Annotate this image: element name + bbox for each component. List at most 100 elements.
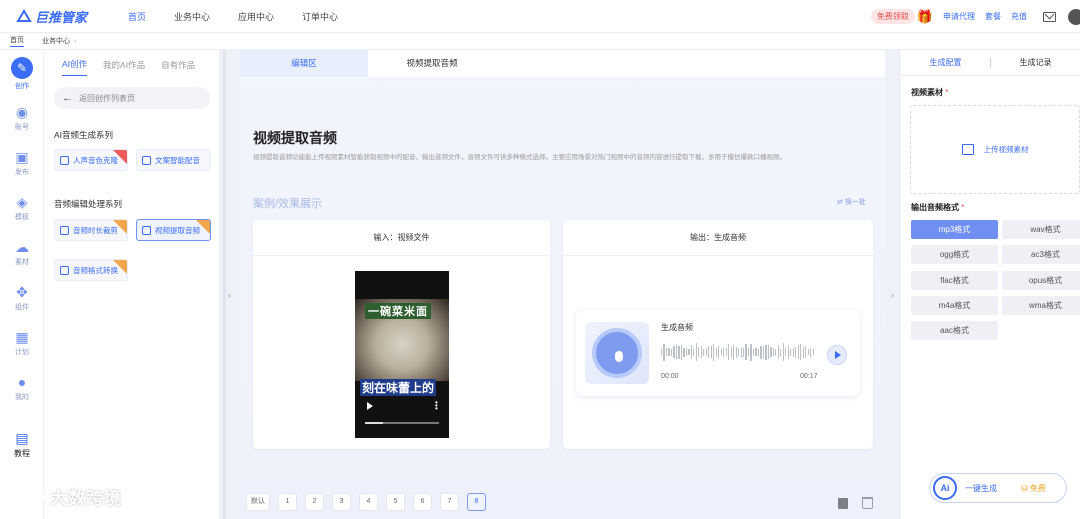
waveform-bar <box>760 345 762 359</box>
waveform-bar <box>685 348 688 356</box>
package-link[interactable]: 套餐 <box>985 11 1001 22</box>
logo-icon <box>16 9 32 22</box>
waveform-bar <box>797 345 799 359</box>
play-icon[interactable] <box>367 402 373 410</box>
swap-batch-button[interactable]: ⇄ 换一批 <box>837 197 866 207</box>
new-badge <box>113 150 127 164</box>
audio-title: 生成音频 <box>661 323 693 332</box>
tool-audio-trim[interactable]: 音频时长裁剪 <box>54 219 128 241</box>
tab-ai-create[interactable]: AI创作 <box>62 58 88 76</box>
left-nav-publish[interactable]: ▣ 发布 <box>0 149 44 177</box>
waveform-bar <box>770 347 772 357</box>
tab-my-ai-works[interactable]: 我的AI作品 <box>103 59 145 76</box>
collapse-left-icon[interactable]: ‹ <box>228 290 231 300</box>
waveform-bar <box>695 343 697 361</box>
page-2[interactable]: 2 <box>305 493 324 511</box>
waveform-bar <box>690 345 692 359</box>
page-8[interactable]: 8 <box>467 493 486 511</box>
upload-video-dropzone[interactable]: 上传视频素材 <box>910 105 1080 194</box>
tool-icon <box>142 225 151 235</box>
waveform-bar <box>718 345 720 359</box>
nav-home[interactable]: 首页 <box>128 10 146 23</box>
waveform-bar <box>720 349 722 355</box>
nav-orders[interactable]: 订单中心 <box>302 10 338 23</box>
video-progress-bar[interactable] <box>365 422 439 424</box>
brand-logo[interactable]: 巨推管家 <box>16 7 116 26</box>
breadcrumb-home[interactable]: 首页 <box>10 35 24 47</box>
format-ac3[interactable]: ac3格式 <box>1002 245 1080 264</box>
left-nav-create[interactable]: ✎ 创作 <box>0 57 44 91</box>
free-trial-badge[interactable]: 免费领取 <box>870 9 915 24</box>
collapse-right-icon[interactable]: › <box>891 290 894 300</box>
page-3[interactable]: 3 <box>332 493 351 511</box>
tab-video-extract-audio[interactable]: 视频提取音频 <box>368 50 496 77</box>
format-opus[interactable]: opus格式 <box>1002 271 1080 290</box>
breadcrumb-business[interactable]: 业务中心 <box>42 36 70 46</box>
format-m4a[interactable]: m4a格式 <box>911 296 998 315</box>
scrollbar[interactable] <box>223 50 226 519</box>
format-flac[interactable]: flac格式 <box>911 271 998 290</box>
tab-generate-config[interactable]: 生成配置 <box>901 57 990 68</box>
right-splitter[interactable]: › <box>885 50 901 519</box>
mail-icon[interactable] <box>1043 11 1056 22</box>
page-6[interactable]: 6 <box>413 493 432 511</box>
video-material-label: 视频素材 * <box>911 88 949 97</box>
tool-voice-clone[interactable]: 人声音色克隆 <box>54 149 128 171</box>
format-ogg[interactable]: ogg格式 <box>911 245 998 264</box>
avatar[interactable] <box>1068 8 1080 25</box>
pagination: 默认 1 2 3 4 5 6 7 8 <box>246 493 494 511</box>
waveform-bar <box>665 348 668 356</box>
left-nav-material[interactable]: ☁ 素材 <box>0 239 44 267</box>
audio-waveform[interactable] <box>661 342 821 362</box>
page-default[interactable]: 默认 <box>246 493 270 511</box>
hot-badge <box>196 220 210 234</box>
format-wav[interactable]: wav格式 <box>1002 220 1080 239</box>
video-caption-bottom: 刻在味蕾上的 <box>360 379 437 396</box>
tool-smart-dubbing[interactable]: 文案智能配音 <box>136 149 211 171</box>
page-1[interactable]: 1 <box>278 493 297 511</box>
tool-audio-format-convert[interactable]: 音频格式转换 <box>54 259 128 281</box>
tab-generate-history[interactable]: 生成记录 <box>991 57 1080 68</box>
left-splitter[interactable]: ‹ <box>220 50 240 519</box>
format-aac[interactable]: aac格式 <box>911 321 998 340</box>
more-icon[interactable]: • • • <box>435 399 438 413</box>
waveform-bar <box>663 343 665 361</box>
nav-business[interactable]: 业务中心 <box>174 10 210 23</box>
copy-icon[interactable] <box>838 498 848 509</box>
left-nav-template[interactable]: ◈ 模板 <box>0 194 44 222</box>
waveform-bar <box>747 348 750 356</box>
left-nav-account[interactable]: ◉ 账号 <box>0 104 44 132</box>
left-nav: ✎ 创作 ◉ 账号 ▣ 发布 ◈ 模板 ☁ 素材 ✥ 组件 ▦ 计划 ● 我的 … <box>0 50 44 519</box>
tool-icon <box>60 265 69 275</box>
format-wma[interactable]: wma格式 <box>1002 296 1080 315</box>
page-5[interactable]: 5 <box>386 493 405 511</box>
page-7[interactable]: 7 <box>440 493 459 511</box>
tab-edit-area[interactable]: 编辑区 <box>240 50 368 77</box>
apply-agent-link[interactable]: 申请代理 <box>943 11 975 22</box>
left-nav-tutorial[interactable]: ▤ 教程 <box>0 430 44 459</box>
video-player[interactable]: 一碗菜米面 刻在味蕾上的 • • • <box>355 271 449 438</box>
layers-icon: ◈ <box>16 194 28 210</box>
waveform-bar <box>800 344 802 360</box>
tool-video-extract-audio[interactable]: 视频提取音频 <box>136 219 211 241</box>
back-to-list-button[interactable]: ← 返回创作列表页 <box>54 87 210 109</box>
waveform-bar <box>780 348 782 356</box>
left-nav-plan[interactable]: ▦ 计划 <box>0 329 44 357</box>
nav-apps[interactable]: 应用中心 <box>238 10 274 23</box>
audio-play-button[interactable] <box>827 345 847 365</box>
left-nav-component[interactable]: ✥ 组件 <box>0 284 44 312</box>
tab-own-works[interactable]: 自有作品 <box>161 59 195 76</box>
page-4[interactable]: 4 <box>359 493 378 511</box>
trash-icon[interactable] <box>862 497 873 509</box>
format-mp3[interactable]: mp3格式 <box>911 220 998 239</box>
generate-button[interactable]: Ai 一键生成 ⛁ 免费 <box>929 473 1067 503</box>
top-bar: 巨推管家 首页 业务中心 应用中心 订单中心 免费领取 🎁 申请代理 套餐 充值 <box>0 0 1080 33</box>
waveform-bar <box>742 347 745 357</box>
audio-current-time: 00:00 <box>661 373 679 380</box>
recharge-link[interactable]: 充值 <box>1011 11 1027 22</box>
top-right-actions: 免费领取 🎁 申请代理 套餐 充值 <box>870 0 1080 33</box>
left-nav-mine[interactable]: ● 我的 <box>0 374 44 402</box>
cloud-icon: ☁ <box>15 239 29 255</box>
waveform-bar <box>703 348 705 356</box>
gift-icon[interactable]: 🎁 <box>917 9 933 25</box>
